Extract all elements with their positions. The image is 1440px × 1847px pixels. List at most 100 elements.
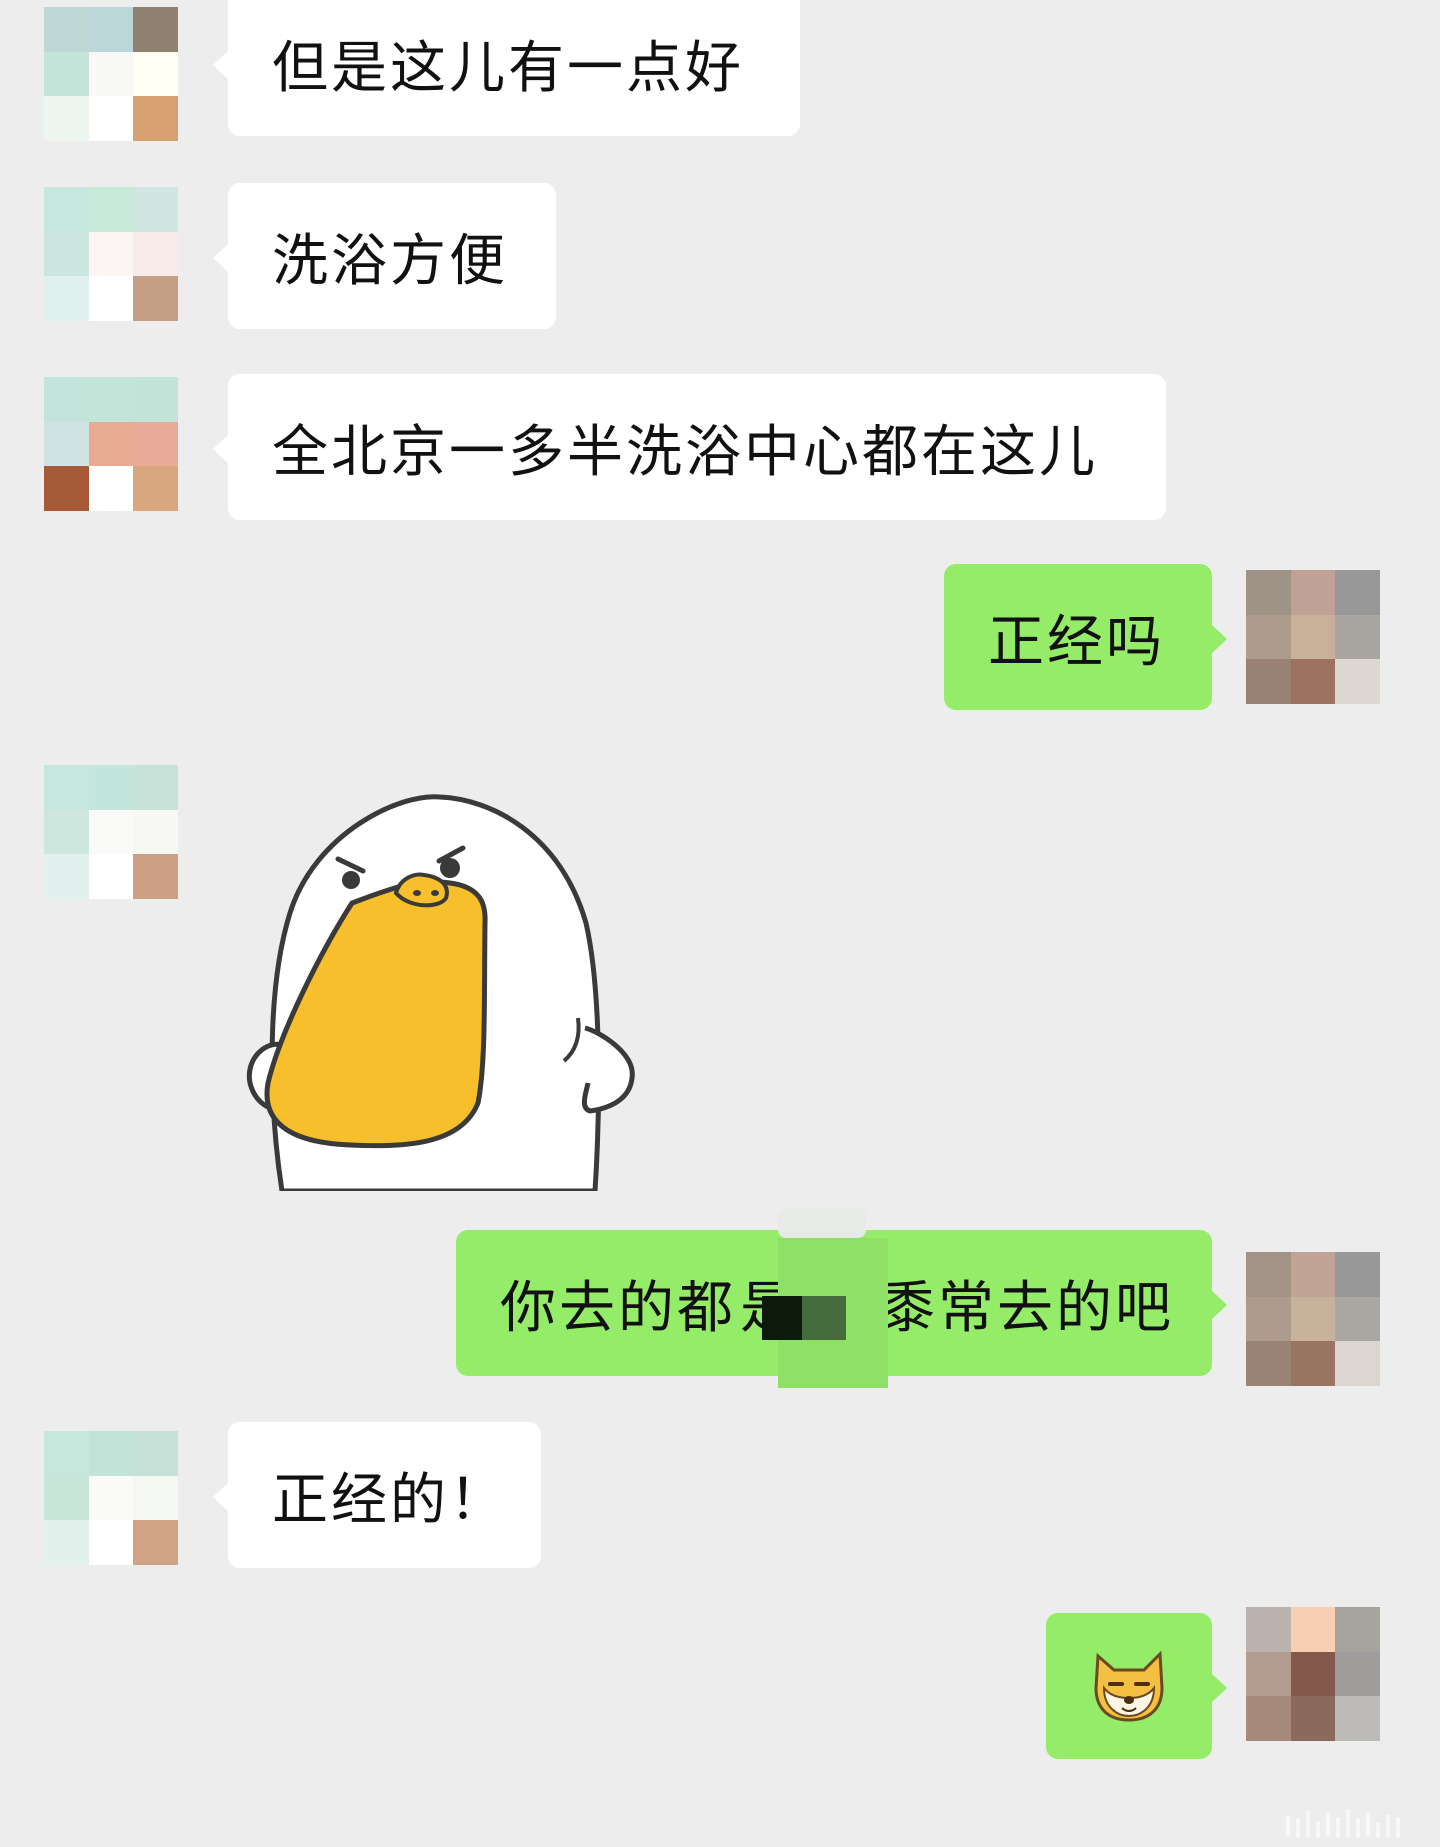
avatar-mosaic-tile — [1246, 1296, 1291, 1342]
avatar-mosaic-tile — [133, 96, 178, 141]
message-row-incoming: 但是这儿有一点好 — [0, 0, 1440, 146]
avatar-mosaic-tile — [1246, 1252, 1291, 1297]
avatar-mosaic-tile — [1246, 1607, 1291, 1652]
avatar-mosaic-tile — [44, 231, 89, 277]
avatar-mosaic-tile — [1335, 1341, 1380, 1386]
message-bubble[interactable]: 正经的！ — [213, 1422, 541, 1568]
avatar-mosaic-tile — [88, 854, 134, 899]
message-text: 全北京一多半洗浴中心都在这儿 — [272, 419, 1098, 485]
avatar-mosaic-tile — [1290, 570, 1336, 615]
message-bubble[interactable] — [1046, 1613, 1227, 1759]
avatar-mosaic-tile — [88, 1520, 134, 1565]
message-text-after: 黍常去的吧 — [879, 1275, 1174, 1341]
avatar-mosaic-tile — [44, 187, 89, 232]
contact-avatar[interactable] — [44, 377, 178, 511]
avatar-mosaic-tile — [133, 276, 178, 321]
avatar-mosaic-tile — [44, 854, 89, 899]
avatar-mosaic-tile — [88, 765, 134, 810]
avatar-mosaic-tile — [1335, 1607, 1380, 1652]
avatar-mosaic-tile — [1335, 614, 1380, 660]
avatar-mosaic-tile — [133, 51, 178, 97]
my-avatar[interactable] — [1246, 1252, 1380, 1386]
avatar-mosaic-tile — [133, 466, 178, 511]
message-row-outgoing: 正经吗 — [0, 564, 1440, 710]
redaction-block — [762, 1296, 802, 1340]
avatar-mosaic-tile — [88, 231, 134, 277]
avatar-mosaic-tile — [1246, 659, 1291, 704]
avatar-mosaic-tile — [44, 765, 89, 810]
avatar-mosaic-tile — [1335, 1296, 1380, 1342]
message-row-incoming: 全北京一多半洗浴中心都在这儿 — [0, 374, 1440, 520]
avatar-mosaic-tile — [133, 1431, 178, 1476]
avatar-mosaic-tile — [1290, 1296, 1336, 1342]
avatar-mosaic-tile — [1246, 1696, 1291, 1741]
my-avatar[interactable] — [1246, 570, 1380, 704]
avatar-mosaic-tile — [1335, 1651, 1380, 1697]
doge-emoji-icon — [1088, 1648, 1170, 1724]
avatar-mosaic-tile — [88, 421, 134, 467]
message-row-outgoing: 你去的都 是 黍常去的吧 — [0, 1208, 1440, 1388]
angry-duck-sticker-icon[interactable] — [240, 793, 640, 1194]
avatar-mosaic-tile — [44, 51, 89, 97]
avatar-mosaic-tile — [133, 1475, 178, 1521]
message-bubble[interactable]: 全北京一多半洗浴中心都在这儿 — [213, 374, 1166, 520]
avatar-mosaic-tile — [133, 421, 178, 467]
avatar-mosaic-tile — [88, 51, 134, 97]
avatar-mosaic-tile — [44, 1431, 89, 1476]
message-bubble[interactable]: 正经吗 — [944, 564, 1227, 710]
redaction-block — [778, 1208, 866, 1238]
message-row-incoming: 正经的！ — [0, 1422, 1440, 1568]
avatar-mosaic-tile — [44, 809, 89, 855]
avatar-mosaic-tile — [1335, 1696, 1380, 1741]
avatar-mosaic-tile — [133, 765, 178, 810]
contact-avatar[interactable] — [44, 1431, 178, 1565]
avatar-mosaic-tile — [88, 96, 134, 141]
avatar-mosaic-tile — [44, 466, 89, 511]
avatar-mosaic-tile — [1290, 1252, 1336, 1297]
avatar-mosaic-tile — [133, 377, 178, 422]
avatar-mosaic-tile — [133, 854, 178, 899]
avatar-mosaic-tile — [1246, 1341, 1291, 1386]
message-text: 但是这儿有一点好 — [272, 35, 744, 101]
message-text: 洗浴方便 — [272, 228, 508, 294]
avatar-mosaic-tile — [1246, 570, 1291, 615]
avatar-mosaic-tile — [44, 7, 89, 52]
avatar-mosaic-tile — [1290, 1607, 1336, 1652]
avatar-mosaic-tile — [1246, 614, 1291, 660]
message-row-incoming — [0, 763, 1440, 1194]
avatar-mosaic-tile — [44, 421, 89, 467]
avatar-mosaic-tile — [1290, 1341, 1336, 1386]
contact-avatar[interactable] — [44, 7, 178, 141]
message-bubble[interactable]: 洗浴方便 — [213, 183, 556, 329]
message-text-before: 你去的都 — [500, 1275, 736, 1341]
avatar-mosaic-tile — [44, 96, 89, 141]
avatar-mosaic-tile — [88, 466, 134, 511]
message-bubble[interactable]: 但是这儿有一点好 — [213, 0, 800, 136]
avatar-mosaic-tile — [1290, 1651, 1336, 1697]
contact-avatar[interactable] — [44, 765, 178, 899]
message-text: 正经吗 — [988, 609, 1165, 675]
redaction-block — [802, 1296, 846, 1340]
avatar-mosaic-tile — [1290, 614, 1336, 660]
avatar-mosaic-tile — [133, 1520, 178, 1565]
avatar-mosaic-tile — [133, 187, 178, 232]
avatar-mosaic-tile — [88, 187, 134, 232]
avatar-mosaic-tile — [88, 377, 134, 422]
avatar-mosaic-tile — [133, 7, 178, 52]
avatar-mosaic-tile — [88, 809, 134, 855]
avatar-mosaic-tile — [44, 377, 89, 422]
message-row-outgoing — [0, 1607, 1440, 1759]
avatar-mosaic-tile — [88, 276, 134, 321]
message-row-incoming: 洗浴方便 — [0, 183, 1440, 329]
avatar-mosaic-tile — [1335, 1252, 1380, 1297]
message-text: 正经的！ — [272, 1467, 508, 1533]
my-avatar[interactable] — [1246, 1607, 1380, 1741]
avatar-mosaic-tile — [88, 7, 134, 52]
avatar-mosaic-tile — [133, 809, 178, 855]
avatar-mosaic-tile — [44, 1475, 89, 1521]
avatar-mosaic-tile — [1246, 1651, 1291, 1697]
avatar-mosaic-tile — [1335, 659, 1380, 704]
avatar-mosaic-tile — [44, 1520, 89, 1565]
avatar-mosaic-tile — [1290, 1696, 1336, 1741]
contact-avatar[interactable] — [44, 187, 178, 321]
